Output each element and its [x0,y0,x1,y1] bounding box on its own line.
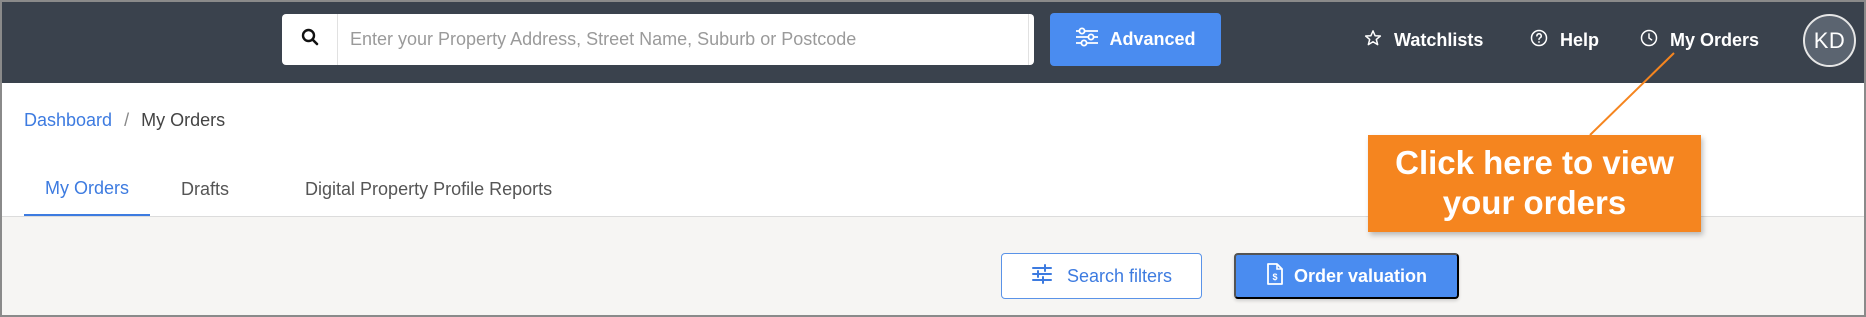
nav-my-orders[interactable]: My Orders [1640,26,1759,54]
star-icon [1364,29,1382,52]
nav-watchlists[interactable]: Watchlists [1364,26,1483,54]
nav-help-label: Help [1560,29,1600,50]
breadcrumb-dashboard-link[interactable]: Dashboard [24,110,112,131]
nav-watchlists-label: Watchlists [1394,29,1484,50]
search-filters-label: Search filters [1066,265,1173,286]
annotation-line-2: your orders [1442,184,1627,221]
search-button[interactable] [282,14,338,65]
user-avatar[interactable]: KD [1803,14,1856,67]
top-navigation-bar: Advanced Watchlists Help My Orders KD [2,2,1864,83]
clock-icon [1640,29,1658,52]
sliders-icon [1075,27,1099,52]
breadcrumb-separator: / [124,110,130,130]
nav-my-orders-label: My Orders [1670,29,1760,50]
order-valuation-button[interactable]: $ Order valuation [1234,253,1459,299]
nav-help[interactable]: Help [1530,26,1599,54]
svg-text:$: $ [1272,272,1277,282]
filter-sliders-icon [1031,263,1053,289]
breadcrumb: Dashboard / My Orders [24,110,225,131]
app-window: Advanced Watchlists Help My Orders KD Da… [0,0,1866,317]
help-circle-icon [1530,29,1548,52]
breadcrumb-current: My Orders [141,110,226,130]
tab-my-orders[interactable]: My Orders [24,162,151,217]
tab-drafts[interactable]: Drafts [160,162,250,217]
document-dollar-icon: $ [1266,262,1284,290]
annotation-callout: Click here to view your orders [1368,135,1701,232]
advanced-search-button[interactable]: Advanced [1050,13,1221,66]
advanced-label: Advanced [1109,29,1196,49]
annotation-line-1: Click here to view [1395,144,1674,181]
search-filters-button[interactable]: Search filters [1001,253,1202,299]
search-input[interactable] [338,14,1028,65]
orders-content-area [2,217,1864,315]
orders-tabs: My Orders Drafts Digital Property Profil… [24,162,573,217]
order-valuation-label: Order valuation [1293,265,1428,286]
tab-digital-property-profile-reports[interactable]: Digital Property Profile Reports [284,162,573,217]
property-search-box [282,14,1034,65]
search-icon [301,28,319,51]
search-input-edge [1028,14,1034,65]
